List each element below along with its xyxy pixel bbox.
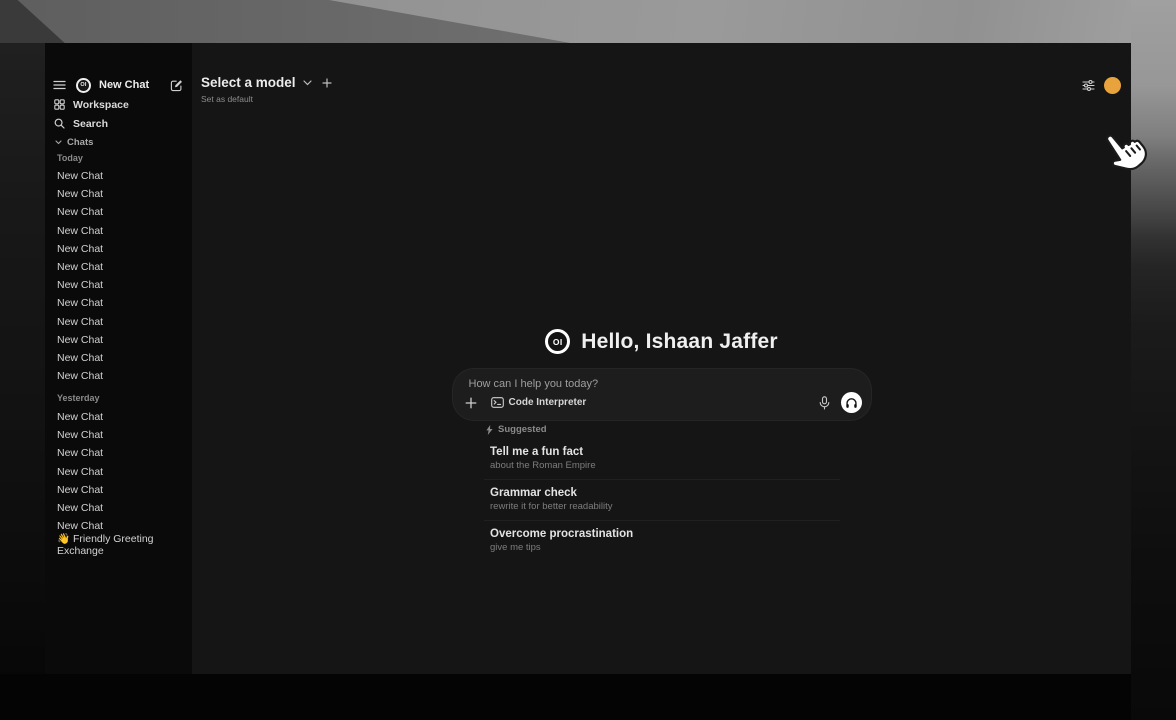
chat-list-item[interactable]: New Chat — [49, 276, 188, 294]
attach-plus-icon[interactable] — [465, 397, 477, 409]
sidebar-item-workspace[interactable]: Workspace — [51, 96, 186, 113]
chevron-down-icon — [55, 140, 62, 145]
app-logo-icon: OI — [545, 329, 570, 354]
chat-list-today: New Chat New Chat New Chat New Chat — [49, 167, 188, 385]
sidebar: OI New Chat — [45, 43, 192, 674]
suggested-prompt[interactable]: Tell me a fun fact about the Roman Empir… — [484, 439, 840, 480]
main-header-right — [1082, 77, 1121, 94]
voice-call-button[interactable] — [841, 392, 862, 413]
new-chat-icon[interactable] — [170, 79, 183, 92]
bolt-icon — [486, 425, 493, 435]
app-logo-icon: OI — [76, 78, 91, 93]
chat-list-item[interactable]: New Chat — [49, 222, 188, 240]
user-avatar[interactable] — [1104, 77, 1121, 94]
chat-list-item[interactable]: New Chat — [49, 258, 188, 276]
chat-list-item[interactable]: New Chat — [49, 185, 188, 203]
suggested-prompt[interactable]: Grammar check rewrite it for better read… — [484, 480, 840, 521]
workspace-label: Workspace — [73, 99, 129, 111]
greeting-block: OI Hello, Ishaan Jaffer — [192, 329, 1131, 354]
chat-list-item[interactable]: New Chat — [49, 331, 188, 349]
group-label-yesterday: Yesterday — [57, 393, 100, 403]
chat-list-item[interactable]: New Chat — [49, 313, 188, 331]
chats-section-toggle[interactable]: Chats — [55, 137, 93, 148]
suggested-prompt[interactable]: Overcome procrastination give me tips — [484, 521, 840, 561]
controls-sliders-icon[interactable] — [1082, 79, 1095, 92]
chat-list-item[interactable]: New Chat — [49, 463, 188, 481]
desktop: OI New Chat — [0, 0, 1176, 720]
chats-section-label: Chats — [67, 137, 93, 148]
chat-list-item[interactable]: New Chat — [49, 444, 188, 462]
composer-toolbar: Code Interpreter — [465, 392, 862, 413]
terminal-icon — [491, 397, 504, 408]
chat-list-item[interactable]: New Chat — [49, 203, 188, 221]
set-as-default-button[interactable]: Set as default — [201, 94, 332, 104]
headphones-icon — [845, 397, 858, 409]
search-icon — [54, 118, 65, 129]
code-interpreter-button[interactable]: Code Interpreter — [491, 397, 587, 408]
chat-list-item[interactable]: New Chat — [49, 349, 188, 367]
sidebar-title: New Chat — [99, 79, 149, 91]
chat-list-item[interactable]: New Chat — [49, 167, 188, 185]
model-selector-button[interactable]: Select a model — [201, 75, 296, 90]
workspace-grid-icon — [54, 99, 65, 110]
search-label: Search — [73, 118, 108, 130]
chat-list-item[interactable]: New Chat — [49, 367, 188, 385]
chat-list-yesterday: New Chat New Chat New Chat New Chat — [49, 408, 188, 535]
suggested-header: Suggested — [484, 424, 840, 435]
desktop-wallpaper-bottom — [0, 674, 1131, 720]
chat-list-item[interactable]: New Chat — [49, 294, 188, 312]
message-composer[interactable]: Code Interpreter — [452, 368, 872, 421]
code-interpreter-label: Code Interpreter — [509, 397, 587, 408]
add-model-icon[interactable] — [322, 78, 332, 88]
app-window: OI New Chat — [45, 43, 1131, 674]
suggested-list: Tell me a fun fact about the Roman Empir… — [484, 439, 840, 561]
chevron-down-icon[interactable] — [303, 80, 312, 86]
model-selector-block: Select a model Set as default — [201, 75, 332, 104]
suggested-prompts: Suggested Tell me a fun fact about the R… — [484, 424, 840, 561]
suggested-label: Suggested — [498, 424, 547, 435]
chat-list-item-named[interactable]: 👋 Friendly Greeting Exchange — [49, 535, 188, 553]
greeting-text: Hello, Ishaan Jaffer — [581, 330, 778, 354]
chat-list-item[interactable]: New Chat — [49, 426, 188, 444]
desktop-wallpaper-right — [1131, 0, 1176, 720]
sidebar-item-search[interactable]: Search — [51, 115, 186, 132]
desktop-wallpaper-left — [0, 43, 45, 720]
chat-list-item[interactable]: New Chat — [49, 240, 188, 258]
chat-list-item[interactable]: New Chat — [49, 499, 188, 517]
sidebar-header: OI New Chat — [53, 76, 183, 94]
sidebar-toggle-icon[interactable] — [53, 79, 66, 91]
microphone-icon[interactable] — [819, 396, 830, 410]
main-area: Select a model Set as default — [192, 43, 1131, 674]
group-label-today: Today — [57, 153, 83, 163]
chat-list-item[interactable]: New Chat — [49, 481, 188, 499]
chat-list-item[interactable]: New Chat — [49, 408, 188, 426]
